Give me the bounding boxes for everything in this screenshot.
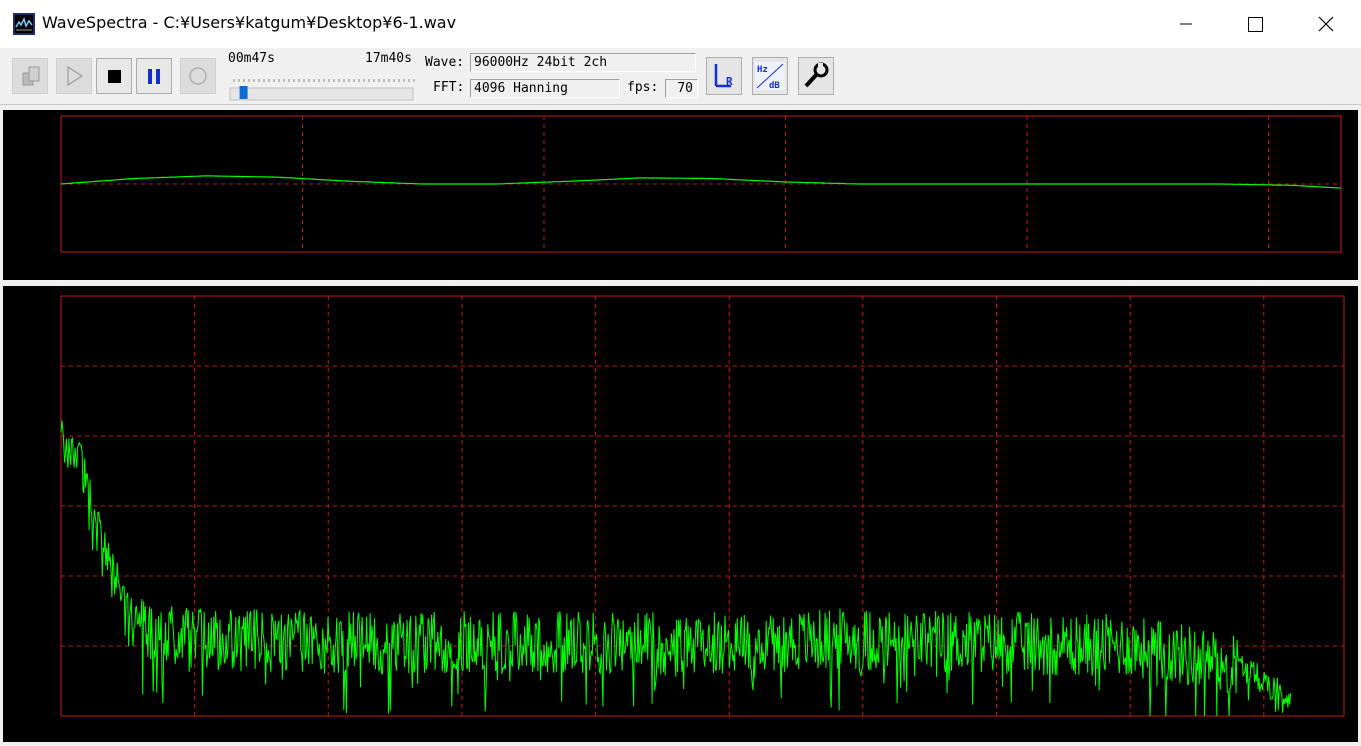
- play-button[interactable]: [56, 58, 92, 94]
- hz-db-scale-button[interactable]: Hz dB: [752, 57, 788, 95]
- spectrum-panel: [3, 286, 1358, 742]
- settings-button[interactable]: [798, 57, 834, 95]
- hz-db-icon: Hz dB: [755, 62, 785, 91]
- play-icon: [67, 65, 84, 87]
- minimize-icon: [1180, 23, 1192, 25]
- wave-format-field: 96000Hz 24bit 2ch: [470, 53, 696, 72]
- stop-icon: [108, 70, 121, 83]
- wave-label: Wave:: [425, 55, 465, 70]
- fps-field: 70: [665, 79, 698, 98]
- waveform-panel: [3, 110, 1358, 280]
- position-slider[interactable]: [228, 70, 416, 104]
- minimize-button[interactable]: [1156, 0, 1216, 48]
- maximize-icon: [1248, 17, 1263, 32]
- close-icon: [1318, 16, 1334, 32]
- settings-wrench-icon: [804, 62, 829, 88]
- window-title: WaveSpectra - C:¥Users¥katgum¥Desktop¥6-…: [42, 13, 457, 32]
- spectrum-chart: [60, 295, 1345, 717]
- signal-trace: [60, 420, 1291, 717]
- time-total: 17m40s: [365, 51, 412, 66]
- stop-button[interactable]: [96, 58, 132, 94]
- close-button[interactable]: [1296, 0, 1356, 48]
- svg-text:R: R: [726, 75, 733, 88]
- title-bar: WaveSpectra - C:¥Users¥katgum¥Desktop¥6-…: [0, 0, 1361, 48]
- signal-trace: [60, 175, 1342, 189]
- svg-text:dB: dB: [769, 81, 780, 91]
- toolbar: 00m47s 17m40s Wave: 96000Hz 24bit 2ch FF…: [0, 48, 1361, 105]
- svg-text:Hz: Hz: [757, 65, 768, 75]
- slider-thumb-shape: [239, 86, 248, 99]
- app-icon: [13, 13, 35, 35]
- pause-button[interactable]: [136, 58, 172, 94]
- fps-label: fps:: [627, 80, 659, 95]
- waveform-chart: [60, 115, 1342, 253]
- channel-lr-button[interactable]: R: [706, 57, 742, 95]
- time-elapsed: 00m47s: [228, 51, 275, 66]
- maximize-button[interactable]: [1224, 0, 1284, 48]
- slider-thumb[interactable]: [239, 86, 248, 99]
- open-icon: [22, 66, 40, 86]
- record-icon: [189, 67, 207, 85]
- pause-icon: [148, 69, 160, 84]
- open-file-button[interactable]: [12, 58, 48, 94]
- fft-setting-field[interactable]: 4096 Hanning: [470, 79, 620, 98]
- record-button[interactable]: [180, 58, 216, 94]
- lr-channel-icon: R: [714, 64, 733, 88]
- fft-label: FFT:: [433, 80, 465, 95]
